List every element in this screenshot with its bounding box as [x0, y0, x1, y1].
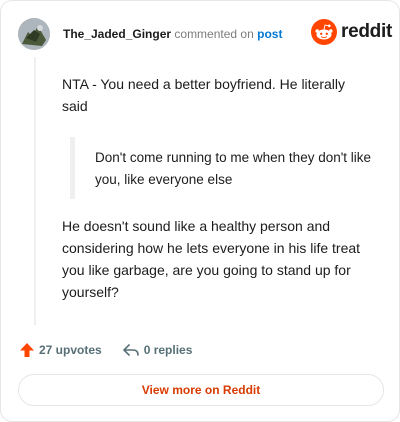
- view-more-button[interactable]: View more on Reddit: [18, 374, 384, 406]
- comment-body: NTA - You need a better boyfriend. He li…: [62, 73, 372, 303]
- upvote-count: 27 upvotes: [39, 343, 102, 357]
- reddit-logo[interactable]: reddit: [311, 19, 392, 45]
- thread-line[interactable]: [34, 57, 36, 325]
- comment-actions: 27 upvotes 0 replies: [19, 341, 192, 359]
- comment-paragraph: NTA - You need a better boyfriend. He li…: [62, 76, 346, 114]
- post-link[interactable]: post: [257, 27, 282, 41]
- reply-count: 0 replies: [143, 343, 193, 357]
- comment-quote: Don't come running to me when they don't…: [70, 137, 372, 199]
- username[interactable]: The_Jaded_Ginger: [63, 27, 171, 41]
- commented-on-label: commented on: [174, 27, 254, 41]
- reddit-snoo-icon: [311, 19, 337, 45]
- reply-action[interactable]: 0 replies: [122, 342, 193, 358]
- reddit-wordmark: reddit: [341, 21, 392, 42]
- avatar[interactable]: [18, 18, 50, 50]
- reply-arrow-icon: [122, 344, 139, 356]
- comment-header: The_Jaded_Ginger commented on post: [63, 27, 282, 41]
- avatar-image: [18, 18, 50, 50]
- upvote-arrow-icon: [20, 343, 34, 357]
- reddit-comment-card: The_Jaded_Ginger commented on post reddi…: [0, 0, 400, 422]
- upvote-action[interactable]: 27 upvotes: [19, 342, 102, 358]
- comment-paragraph: He doesn't sound like a healthy person a…: [62, 218, 361, 300]
